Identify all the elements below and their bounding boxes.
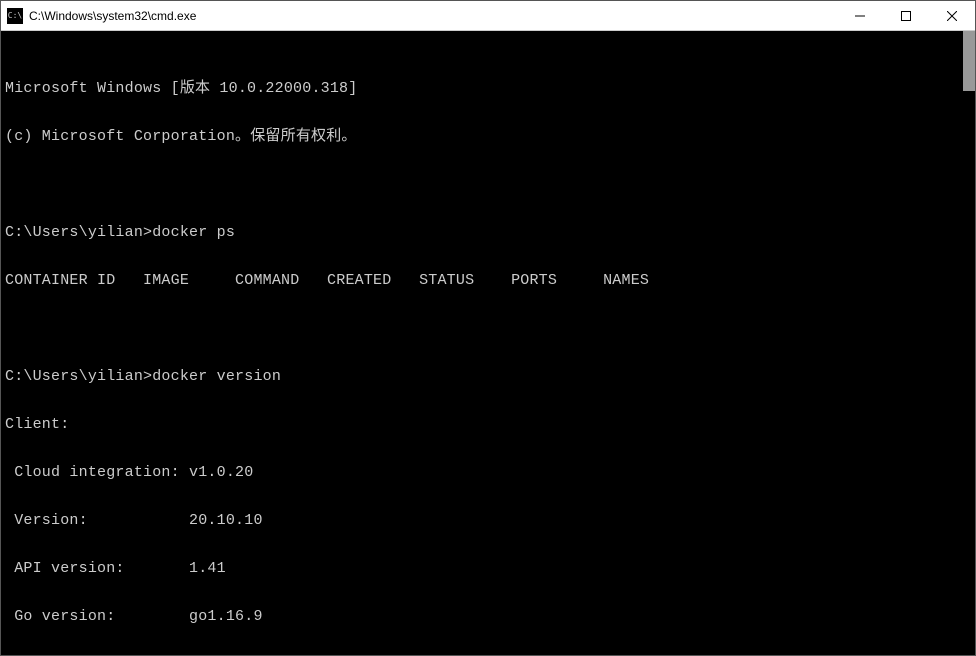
output-line [5,321,971,337]
minimize-button[interactable] [837,1,883,30]
output-line: CONTAINER ID IMAGE COMMAND CREATED STATU… [5,273,971,289]
cmd-icon: C:\ [7,8,23,24]
output-line: API version: 1.41 [5,561,971,577]
output-line: Cloud integration: v1.0.20 [5,465,971,481]
close-button[interactable] [929,1,975,30]
titlebar: C:\ C:\Windows\system32\cmd.exe [1,1,975,31]
prompt-line: C:\Users\yilian>docker ps [5,225,971,241]
prompt-line: C:\Users\yilian>docker version [5,369,971,385]
maximize-button[interactable] [883,1,929,30]
terminal-output[interactable]: Microsoft Windows [版本 10.0.22000.318] (c… [1,31,975,655]
window-controls [837,1,975,30]
output-line: Version: 20.10.10 [5,513,971,529]
output-line: Go version: go1.16.9 [5,609,971,625]
output-line: Microsoft Windows [版本 10.0.22000.318] [5,81,971,97]
output-line: (c) Microsoft Corporation。保留所有权利。 [5,129,971,145]
window-title: C:\Windows\system32\cmd.exe [29,9,837,23]
output-line [5,177,971,193]
scrollbar-thumb[interactable] [963,31,975,91]
output-line: Client: [5,417,971,433]
